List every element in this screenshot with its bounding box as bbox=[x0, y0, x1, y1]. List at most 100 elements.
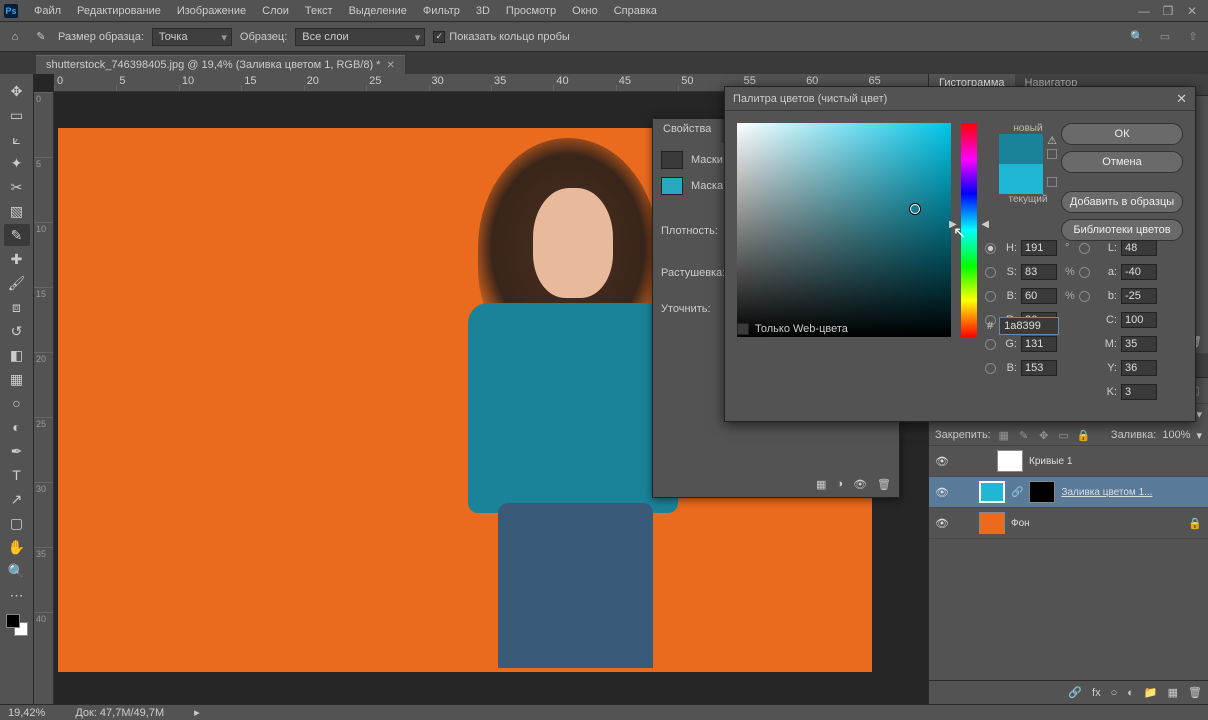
menu-3d[interactable]: 3D bbox=[468, 0, 498, 22]
menu-layers[interactable]: Слои bbox=[254, 0, 297, 22]
group-icon[interactable]: 📁 bbox=[1144, 686, 1158, 699]
path-tool-icon[interactable]: ↗ bbox=[4, 488, 30, 510]
menu-filter[interactable]: Фильтр bbox=[415, 0, 468, 22]
b-lab-field[interactable] bbox=[1121, 288, 1157, 304]
dodge-tool-icon[interactable]: ◐ bbox=[4, 416, 30, 438]
crop-tool-icon[interactable]: ✂ bbox=[4, 176, 30, 198]
b-rgb-radio[interactable] bbox=[985, 363, 996, 374]
show-ring-checkbox[interactable]: ✓ Показать кольцо пробы bbox=[433, 31, 570, 43]
visibility-icon[interactable]: 👁 bbox=[935, 486, 949, 499]
delete-layer-icon[interactable]: 🗑 bbox=[1188, 686, 1202, 699]
sample-layers-dropdown[interactable]: Все слои bbox=[295, 28, 425, 46]
marquee-tool-icon[interactable]: ▭ bbox=[4, 104, 30, 126]
y-field[interactable] bbox=[1121, 360, 1157, 376]
zoom-value[interactable]: 19,42% bbox=[8, 707, 45, 719]
new-layer-icon[interactable]: ▦ bbox=[1168, 686, 1178, 699]
quickselect-tool-icon[interactable]: ✦ bbox=[4, 152, 30, 174]
link-icon[interactable]: 🔗 bbox=[1011, 487, 1023, 498]
eyedropper-tool-icon[interactable]: ✎ bbox=[4, 224, 30, 246]
layer-background[interactable]: 👁 Фон 🔒 bbox=[929, 508, 1208, 539]
gamut-swatch-icon[interactable] bbox=[1047, 149, 1057, 159]
lock-artboard-icon[interactable]: ▭ bbox=[1057, 428, 1071, 442]
g-field[interactable] bbox=[1021, 336, 1057, 352]
g-radio[interactable] bbox=[985, 339, 996, 350]
bright-field[interactable] bbox=[1021, 288, 1057, 304]
pen-tool-icon[interactable]: ✒ bbox=[4, 440, 30, 462]
hue-radio[interactable] bbox=[985, 243, 996, 254]
menu-image[interactable]: Изображение bbox=[169, 0, 254, 22]
layer-mask-icon[interactable]: ▦ bbox=[816, 478, 826, 491]
delete-mask-icon[interactable]: 🗑 bbox=[877, 478, 891, 491]
eyedropper-icon[interactable]: ✎ bbox=[32, 28, 50, 46]
m-field[interactable] bbox=[1121, 336, 1157, 352]
websafe-swatch-icon[interactable] bbox=[1047, 177, 1057, 187]
s-radio[interactable] bbox=[985, 267, 996, 278]
gradient-tool-icon[interactable]: ▦ bbox=[4, 368, 30, 390]
b-hsb-radio[interactable] bbox=[985, 291, 996, 302]
menu-window[interactable]: Окно bbox=[564, 0, 606, 22]
share-icon[interactable]: ⇧ bbox=[1184, 28, 1202, 46]
fill-menu-icon[interactable]: ▾ bbox=[1196, 429, 1202, 442]
opacity-menu-icon[interactable]: ▾ bbox=[1196, 408, 1202, 421]
saturation-brightness-field[interactable] bbox=[737, 123, 951, 337]
layer-curves[interactable]: 👁 Кривые 1 bbox=[929, 446, 1208, 477]
visibility-icon[interactable]: 👁 bbox=[935, 517, 949, 530]
frame-tool-icon[interactable]: ▧ bbox=[4, 200, 30, 222]
color-swatches[interactable] bbox=[6, 614, 28, 636]
menu-file[interactable]: Файл bbox=[26, 0, 69, 22]
menu-edit[interactable]: Редактирование bbox=[69, 0, 169, 22]
search-icon[interactable]: 🔍 bbox=[1128, 28, 1146, 46]
move-tool-icon[interactable]: ✥ bbox=[4, 80, 30, 102]
menu-view[interactable]: Просмотр bbox=[498, 0, 564, 22]
history-brush-tool-icon[interactable]: ↺ bbox=[4, 320, 30, 342]
fx-icon[interactable]: fx bbox=[1092, 687, 1101, 699]
menu-text[interactable]: Текст bbox=[297, 0, 341, 22]
menu-help[interactable]: Справка bbox=[606, 0, 665, 22]
hand-tool-icon[interactable]: ✋ bbox=[4, 536, 30, 558]
sat-field[interactable] bbox=[1021, 264, 1057, 280]
cancel-button[interactable]: Отмена bbox=[1061, 151, 1183, 173]
visibility-icon[interactable]: 👁 bbox=[935, 455, 949, 468]
window-maximize-icon[interactable]: ❐ bbox=[1156, 2, 1180, 20]
invert-mask-icon[interactable]: ◑ bbox=[836, 478, 843, 491]
c-field[interactable] bbox=[1121, 312, 1157, 328]
shape-tool-icon[interactable]: ▢ bbox=[4, 512, 30, 534]
document-tab[interactable]: shutterstock_746398405.jpg @ 19,4% (Зали… bbox=[36, 55, 405, 74]
tab-close-icon[interactable]: ✕ bbox=[386, 60, 394, 71]
mask-mode-icon[interactable] bbox=[661, 151, 683, 169]
dialog-close-icon[interactable]: ✕ bbox=[1176, 91, 1187, 107]
lasso-tool-icon[interactable]: ⟀ bbox=[4, 128, 30, 150]
current-color-swatch[interactable] bbox=[999, 164, 1043, 194]
k-field[interactable] bbox=[1121, 384, 1157, 400]
window-close-icon[interactable]: ✕ bbox=[1180, 2, 1204, 20]
eraser-tool-icon[interactable]: ◧ bbox=[4, 344, 30, 366]
text-tool-icon[interactable]: T bbox=[4, 464, 30, 486]
heal-tool-icon[interactable]: ✚ bbox=[4, 248, 30, 270]
zoom-tool-icon[interactable]: 🔍 bbox=[4, 560, 30, 582]
fg-color-swatch[interactable] bbox=[6, 614, 20, 628]
web-only-checkbox[interactable]: Только Web-цвета bbox=[737, 323, 848, 335]
l-field[interactable] bbox=[1121, 240, 1157, 256]
layer-fill-color[interactable]: 👁 🔗 Заливка цветом 1... bbox=[929, 477, 1208, 508]
b-rgb-field[interactable] bbox=[1021, 360, 1057, 376]
home-icon[interactable]: ⌂ bbox=[6, 28, 24, 46]
lock-brush-icon[interactable]: ✎ bbox=[1017, 428, 1031, 442]
adjustment-icon[interactable]: ◐ bbox=[1127, 687, 1134, 699]
lock-pixels-icon[interactable]: ▦ bbox=[997, 428, 1011, 442]
hex-field[interactable] bbox=[999, 317, 1059, 335]
blur-tool-icon[interactable]: ○ bbox=[4, 392, 30, 414]
b-lab-radio[interactable] bbox=[1079, 291, 1090, 302]
workspace-icon[interactable]: ▭ bbox=[1156, 28, 1174, 46]
add-to-swatches-button[interactable]: Добавить в образцы bbox=[1061, 191, 1183, 213]
brush-tool-icon[interactable]: 🖌 bbox=[4, 272, 30, 294]
gamut-warning-icon[interactable]: ⚠ bbox=[1047, 134, 1057, 147]
more-tool-icon[interactable]: ⋯ bbox=[4, 584, 30, 606]
window-minimize-icon[interactable]: — bbox=[1132, 2, 1156, 20]
ok-button[interactable]: ОК bbox=[1061, 123, 1183, 145]
status-menu-icon[interactable]: ▸ bbox=[194, 706, 200, 719]
lock-move-icon[interactable]: ✥ bbox=[1037, 428, 1051, 442]
doc-size-value[interactable]: Док: 47,7M/49,7M bbox=[75, 707, 164, 719]
l-radio[interactable] bbox=[1079, 243, 1090, 254]
fill-value[interactable]: 100% bbox=[1162, 429, 1190, 441]
sample-size-dropdown[interactable]: Точка bbox=[152, 28, 232, 46]
